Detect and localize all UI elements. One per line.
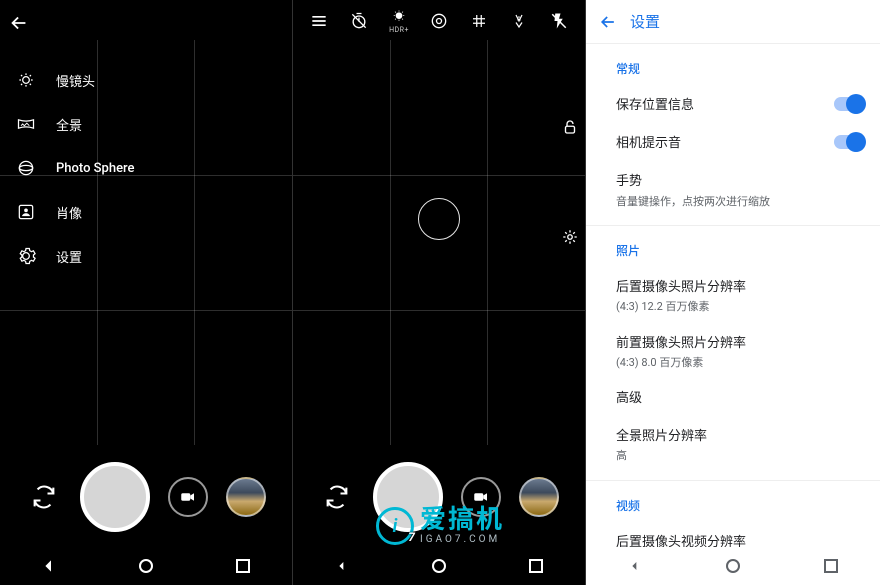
focus-indicator [418, 198, 460, 240]
menu-label: 全景 [56, 115, 82, 134]
gallery-thumbnail[interactable] [226, 477, 266, 517]
video-mode-button[interactable] [461, 477, 501, 517]
panorama-icon [14, 112, 38, 136]
divider [586, 225, 880, 226]
camera-controls [0, 447, 292, 547]
hdr-label: HDR+ [389, 26, 409, 34]
menu-label: 肖像 [56, 203, 82, 222]
android-navbar [586, 547, 880, 585]
menu-item-panorama[interactable]: 全景 [0, 102, 292, 146]
nav-recent[interactable] [821, 556, 841, 576]
flash-off-icon[interactable] [546, 8, 572, 34]
nav-back[interactable] [39, 556, 59, 576]
android-navbar [293, 547, 585, 585]
android-navbar [0, 547, 292, 585]
switch-camera-button[interactable] [26, 479, 62, 515]
settings-quick-icon[interactable] [561, 228, 579, 246]
row-front-photo-res[interactable]: 前置摄像头照片分辨率 (4:3) 8.0 百万像素 [616, 325, 864, 381]
back-button[interactable] [586, 12, 630, 32]
row-pano-res[interactable]: 全景照片分辨率 高 [616, 418, 864, 474]
nav-home[interactable] [136, 556, 156, 576]
menu-label: 慢镜头 [56, 71, 95, 90]
nav-home[interactable] [429, 556, 449, 576]
lock-icon[interactable] [561, 118, 579, 136]
viewfinder-grid [293, 40, 585, 445]
menu-label: Photo Sphere [56, 161, 135, 176]
nav-back[interactable] [332, 556, 352, 576]
page-title: 设置 [630, 11, 660, 32]
menu-label: 设置 [56, 247, 82, 266]
camera-menu-panel: 慢镜头 全景 Photo Sphere 肖像 [0, 0, 293, 585]
nav-home[interactable] [723, 556, 743, 576]
portrait-icon [14, 200, 38, 224]
row-save-location[interactable]: 保存位置信息 [616, 87, 864, 125]
settings-panel: 设置 常规 保存位置信息 相机提示音 手势 音量键操作，点按两次进行缩放 照片 … [586, 0, 880, 585]
back-button[interactable] [2, 6, 36, 40]
nav-recent[interactable] [526, 556, 546, 576]
menu-item-photosphere[interactable]: Photo Sphere [0, 146, 292, 190]
settings-list[interactable]: 常规 保存位置信息 相机提示音 手势 音量键操作，点按两次进行缩放 照片 后置摄… [586, 44, 880, 547]
camera-viewfinder-panel: HDR+ A [293, 0, 586, 585]
video-mode-button[interactable] [168, 477, 208, 517]
switch-camera-button[interactable] [319, 479, 355, 515]
nav-recent[interactable] [233, 556, 253, 576]
nav-back[interactable] [625, 556, 645, 576]
row-rear-video-res[interactable]: 后置摄像头视频分辨率 HD 1080p [616, 524, 864, 547]
row-advanced[interactable]: 高级 [616, 380, 864, 418]
section-header-general: 常规 [616, 60, 864, 77]
row-gesture[interactable]: 手势 音量键操作，点按两次进行缩放 [616, 163, 864, 219]
gallery-thumbnail[interactable] [519, 477, 559, 517]
slowmo-icon [14, 68, 38, 92]
grid-icon[interactable] [466, 8, 492, 34]
whitebalance-icon[interactable]: A [506, 8, 532, 34]
menu-item-settings[interactable]: 设置 [0, 234, 292, 278]
menu-item-portrait[interactable]: 肖像 [0, 190, 292, 234]
svg-text:A: A [517, 15, 521, 22]
shutter-button[interactable] [373, 462, 443, 532]
row-rear-photo-res[interactable]: 后置摄像头照片分辨率 (4:3) 12.2 百万像素 [616, 269, 864, 325]
settings-header: 设置 [586, 0, 880, 44]
motion-icon[interactable] [426, 8, 452, 34]
timer-off-icon[interactable] [346, 8, 372, 34]
gear-icon [14, 244, 38, 268]
divider [586, 480, 880, 481]
shutter-button[interactable] [80, 462, 150, 532]
photosphere-icon [14, 156, 38, 180]
toggle-shutter-sound[interactable] [834, 135, 864, 149]
mode-menu: 慢镜头 全景 Photo Sphere 肖像 [0, 58, 292, 278]
hdr-icon[interactable]: HDR+ [386, 8, 412, 34]
camera-controls [293, 447, 585, 547]
section-header-photo: 照片 [616, 242, 864, 259]
toggle-save-location[interactable] [834, 97, 864, 111]
row-shutter-sound[interactable]: 相机提示音 [616, 125, 864, 163]
menu-item-slowmo[interactable]: 慢镜头 [0, 58, 292, 102]
section-header-video: 视频 [616, 497, 864, 514]
hamburger-menu-icon[interactable] [306, 8, 332, 34]
camera-top-toolbar: HDR+ A [293, 4, 585, 38]
